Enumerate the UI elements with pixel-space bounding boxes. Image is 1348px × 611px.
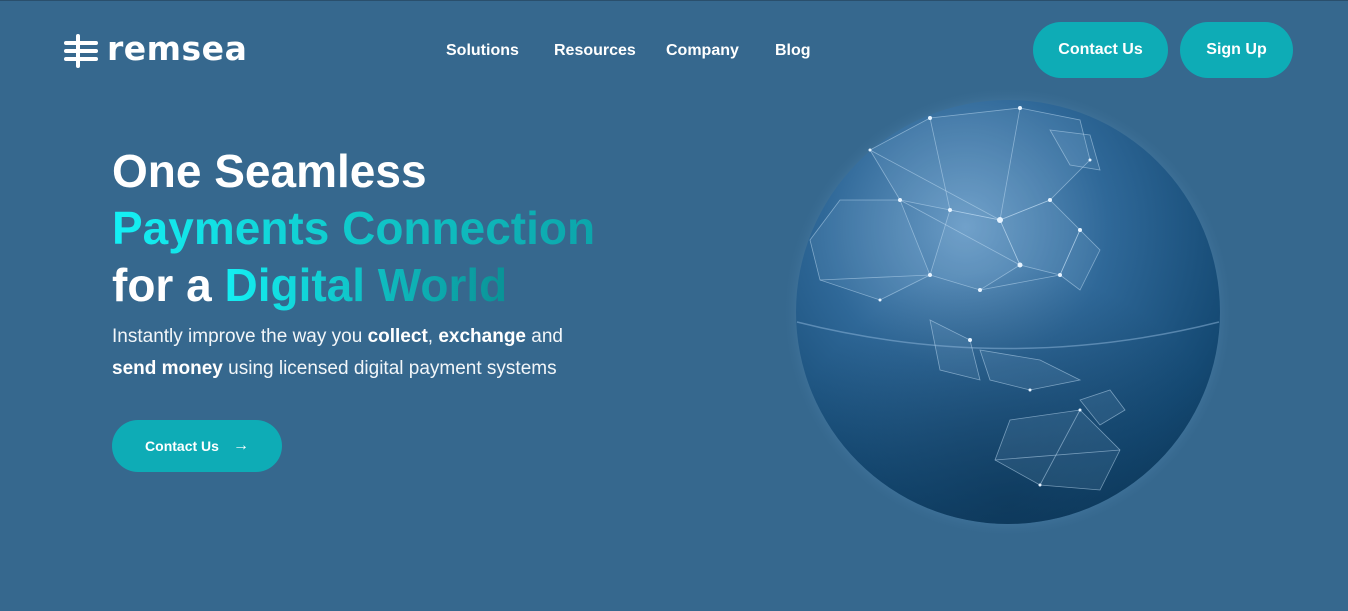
logo[interactable]: remsea	[63, 29, 248, 69]
globe-illustration	[780, 86, 1240, 540]
hero-contact-label: Contact Us	[145, 438, 219, 454]
logo-text: remsea	[107, 29, 248, 68]
nav-resources[interactable]: Resources	[554, 40, 636, 62]
subtitle-text: Instantly improve the way you	[112, 326, 368, 347]
arrow-right-icon: →	[232, 437, 249, 454]
top-border	[0, 0, 1348, 1]
globe-svg	[782, 86, 1234, 538]
nav-solutions[interactable]: Solutions	[446, 40, 519, 62]
subtitle-collect: collect	[367, 326, 428, 347]
sign-up-button[interactable]: Sign Up	[1180, 22, 1293, 78]
hero-line-1: One Seamless	[112, 145, 427, 197]
nav-company[interactable]: Company	[666, 40, 739, 62]
hero-line-3: for a Digital World	[112, 257, 672, 314]
subtitle-send-money: send money	[112, 358, 223, 379]
hero-subtitle: Instantly improve the way you collect, e…	[112, 321, 632, 385]
subtitle-text: using licensed digital payment systems	[222, 358, 557, 379]
remsea-logo-icon	[64, 34, 98, 68]
subtitle-text: ,	[427, 326, 439, 347]
subtitle-exchange: exchange	[438, 326, 526, 347]
hero-line-3-prefix: for a	[112, 259, 225, 311]
hero-line-2: Payments Connection	[112, 200, 672, 257]
hero-contact-button[interactable]: Contact Us →	[112, 420, 282, 472]
subtitle-text: and	[526, 326, 563, 347]
nav-blog[interactable]: Blog	[775, 40, 811, 62]
hero-heading: One Seamless Payments Connection for a D…	[112, 143, 672, 314]
contact-us-button[interactable]: Contact Us	[1033, 22, 1168, 78]
hero-line-3-highlight: Digital World	[224, 259, 508, 311]
